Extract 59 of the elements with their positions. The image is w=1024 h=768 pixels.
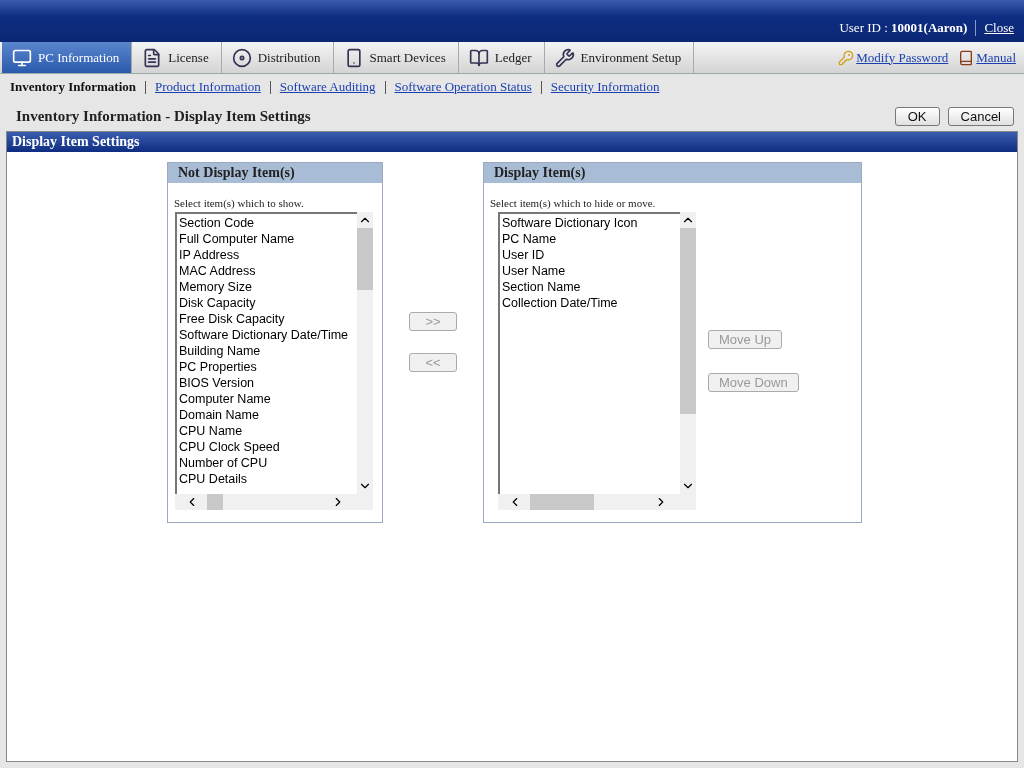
panel-header: Not Display Item(s) bbox=[168, 163, 382, 183]
list-item[interactable]: Collection Date/Time bbox=[502, 295, 678, 311]
ok-button[interactable]: OK bbox=[894, 106, 940, 126]
book-icon bbox=[958, 49, 975, 66]
document-icon bbox=[142, 47, 163, 68]
list-item[interactable]: Software Dictionary Icon bbox=[502, 215, 678, 231]
subnav-link[interactable]: Inventory Information bbox=[10, 79, 137, 95]
hint-text: Select item(s) which to show. bbox=[174, 197, 305, 209]
list-item[interactable]: MAC Address bbox=[179, 263, 355, 279]
list-item[interactable]: Disk Capacity bbox=[179, 295, 355, 311]
section-header: Display Item Settings bbox=[7, 132, 1017, 152]
nav-tab[interactable]: Smart Devices bbox=[333, 42, 459, 73]
list-item[interactable]: BIOS Version bbox=[179, 375, 355, 391]
key-icon bbox=[838, 49, 855, 66]
list-item[interactable]: CPU Details bbox=[179, 471, 355, 487]
manual-link[interactable]: Manual bbox=[958, 49, 1016, 66]
cancel-button[interactable]: Cancel bbox=[947, 106, 1014, 126]
nav-tab[interactable]: License bbox=[132, 42, 222, 73]
book-icon bbox=[468, 47, 489, 68]
list-item[interactable]: Memory Size bbox=[179, 279, 355, 295]
scrollbar-thumb[interactable] bbox=[530, 494, 594, 510]
list-item[interactable]: User Name bbox=[502, 263, 678, 279]
list-item[interactable]: Building Name bbox=[179, 343, 355, 359]
hint-text: Select item(s) which to hide or move. bbox=[490, 197, 657, 209]
user-id-text: User ID : 10001(Aaron) bbox=[839, 20, 968, 36]
list-item[interactable]: User ID bbox=[502, 247, 678, 263]
nav-tab[interactable]: Distribution bbox=[221, 42, 334, 73]
subnav-link[interactable]: Software Operation Status bbox=[394, 79, 532, 95]
nav-tab[interactable]: Ledger bbox=[458, 42, 545, 73]
scrollbar-thumb[interactable] bbox=[357, 228, 373, 290]
list-item[interactable]: Computer Name bbox=[179, 391, 355, 407]
list-box[interactable]: Software Dictionary Icon PC Name User ID User Name Section Name Collection Date/Time bbox=[498, 212, 696, 510]
nav-tab[interactable]: Environment Setup bbox=[544, 42, 695, 73]
list-item[interactable]: Domain Name bbox=[179, 407, 355, 423]
subnav-link[interactable]: Product Information bbox=[155, 79, 261, 95]
list-item[interactable]: IP Address bbox=[179, 247, 355, 263]
page-title: Inventory Information - Display Item Settings bbox=[16, 107, 312, 125]
list-item[interactable]: Free Disk Capacity bbox=[179, 311, 355, 327]
list-box[interactable] bbox=[175, 212, 373, 510]
list-item[interactable]: Section Name bbox=[502, 279, 678, 295]
list-item[interactable]: Software Dictionary Date/Time bbox=[179, 327, 355, 343]
subnav-link[interactable]: Software Auditing bbox=[279, 79, 376, 95]
list-item[interactable]: Section Code bbox=[179, 215, 355, 231]
nav-tab[interactable]: PC Information bbox=[2, 42, 133, 73]
panel-header: Display Item(s) bbox=[484, 163, 861, 183]
list-item[interactable]: Full Computer Name bbox=[179, 231, 355, 247]
modify-password-link[interactable]: Modify Password bbox=[838, 49, 949, 66]
list-item[interactable]: CPU Name bbox=[179, 423, 355, 439]
list-item[interactable]: CPU Clock Speed bbox=[179, 439, 355, 455]
list-item[interactable]: PC Properties bbox=[179, 359, 355, 375]
disc-icon bbox=[231, 47, 252, 68]
list-item[interactable]: PC Name bbox=[502, 231, 678, 247]
monitor-icon bbox=[12, 47, 32, 68]
subnav-link[interactable]: Security Information bbox=[550, 79, 660, 95]
wrench-icon bbox=[554, 47, 575, 68]
scrollbar-thumb[interactable] bbox=[207, 494, 223, 510]
scrollbar-thumb[interactable] bbox=[680, 228, 696, 414]
close-link[interactable]: Close bbox=[975, 20, 1014, 36]
list-item[interactable]: Number of CPU bbox=[179, 455, 355, 471]
